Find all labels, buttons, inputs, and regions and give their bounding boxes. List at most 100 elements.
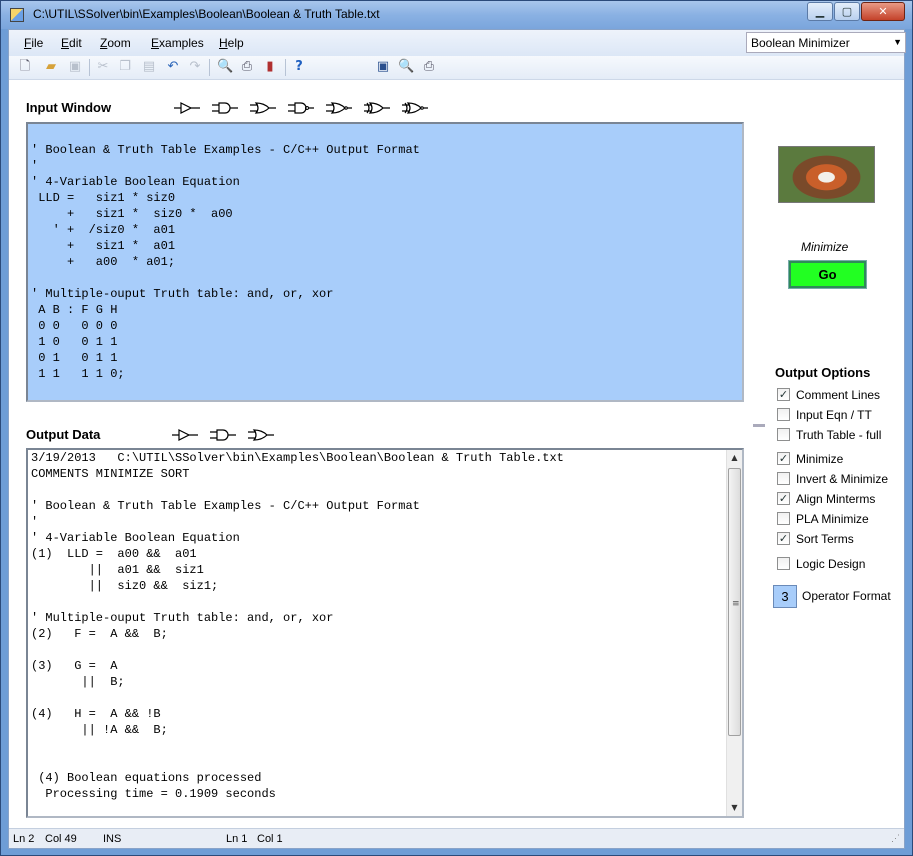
nand-gate-icon[interactable]	[288, 101, 314, 115]
option-label: Align Minterms	[796, 492, 876, 506]
and-gate-icon[interactable]	[210, 428, 236, 442]
scroll-up-icon[interactable]: ▲	[727, 450, 742, 466]
cut-icon[interactable]: ✂	[95, 59, 111, 75]
output-gate-toolbar	[172, 428, 282, 442]
option-label: Invert & Minimize	[796, 472, 889, 486]
red-panda-image	[778, 146, 875, 203]
input_window-line: + siz1 * a01	[31, 239, 176, 253]
output_data-line: Processing time = 0.1909 seconds	[31, 787, 276, 801]
book-icon[interactable]: ▮	[262, 59, 278, 75]
output-options-title: Output Options	[775, 365, 871, 380]
output_data-line: || a01 && siz1	[31, 563, 204, 577]
menu-help[interactable]: Help	[219, 36, 244, 50]
checkbox[interactable]	[777, 428, 790, 441]
menu-file[interactable]: File	[24, 36, 43, 50]
client-area: File Edit Zoom Examples Help Boolean Min…	[8, 29, 906, 849]
output_data-line: 3/19/2013 C:\UTIL\SSolver\bin\Examples\B…	[31, 451, 564, 465]
input_window-line: ' Multiple-ouput Truth table: and, or, x…	[31, 287, 334, 301]
output_data-line: (1) LLD = a00 && a01	[31, 547, 197, 561]
input_window-line: + siz1 * siz0 * a00	[31, 207, 233, 221]
checkbox[interactable]	[777, 408, 790, 421]
input_window-line: LLD = siz1 * siz0	[31, 191, 176, 205]
title-bar[interactable]: C:\UTIL\SSolver\bin\Examples\Boolean\Boo…	[1, 1, 912, 29]
copy-icon[interactable]: ❐	[117, 59, 133, 75]
and-gate-icon[interactable]	[212, 101, 238, 115]
status-ln2: Ln 1	[226, 833, 248, 845]
or-gate-icon[interactable]	[250, 101, 276, 115]
print-preview-icon[interactable]: 🔍	[217, 59, 233, 75]
mode-select-value: Boolean Minimizer	[751, 36, 850, 50]
scroll-thumb[interactable]: ≡	[728, 468, 741, 736]
output_data-line: || B;	[31, 675, 125, 689]
checkbox[interactable]: ✓	[777, 452, 790, 465]
print-icon[interactable]: ⎙	[239, 59, 255, 75]
output-scrollbar[interactable]: ▲ ≡ ▼	[726, 450, 742, 816]
menu-edit[interactable]: Edit	[61, 36, 82, 50]
option-label: Truth Table - full	[796, 428, 882, 442]
new-file-icon[interactable]: 🗋	[17, 59, 33, 75]
output_data-line	[31, 482, 564, 498]
output_data-line: (4) H = A && !B	[31, 707, 161, 721]
save-icon[interactable]: ▣	[67, 59, 83, 75]
input_window-line: 1 1 1 1 0;	[31, 367, 125, 381]
close-button[interactable]: ✕	[861, 2, 905, 21]
output_data-line	[31, 594, 564, 610]
or-gate-icon[interactable]	[248, 428, 274, 442]
input_window-line: ' Boolean & Truth Table Examples - C/C++…	[31, 143, 420, 157]
open-folder-icon[interactable]: ▰	[43, 59, 59, 75]
buffer-gate-icon[interactable]	[174, 101, 200, 115]
checkbox[interactable]	[777, 512, 790, 525]
redo-icon[interactable]: ↷	[187, 59, 203, 75]
mode-select[interactable]: Boolean Minimizer ▼	[746, 32, 906, 53]
go-button[interactable]: Go	[788, 260, 867, 289]
save-output-icon[interactable]: ▣	[375, 59, 391, 75]
output-text[interactable]: 3/19/2013 C:\UTIL\SSolver\bin\Examples\B…	[31, 450, 564, 802]
input-text[interactable]: ' Boolean & Truth Table Examples - C/C++…	[31, 126, 420, 382]
output_data-line: (3) G = A	[31, 659, 118, 673]
resize-grip-icon[interactable]: ⋰	[891, 833, 900, 844]
output_data-line: ' Multiple-ouput Truth table: and, or, x…	[31, 611, 334, 625]
chevron-down-icon: ▼	[893, 37, 902, 47]
buffer-gate-icon[interactable]	[172, 428, 198, 442]
option-label: Input Eqn / TT	[796, 408, 872, 422]
input-window-label: Input Window	[26, 100, 112, 115]
app-window: C:\UTIL\SSolver\bin\Examples\Boolean\Boo…	[0, 0, 913, 856]
menu-zoom[interactable]: Zoom	[100, 36, 131, 50]
xor-gate-icon[interactable]	[364, 101, 390, 115]
input_window-line: + a00 * a01;	[31, 255, 176, 269]
maximize-button[interactable]: ▢	[834, 2, 860, 21]
output_data-line: (4) Boolean equations processed	[31, 771, 262, 785]
output-editor[interactable]: 3/19/2013 C:\UTIL\SSolver\bin\Examples\B…	[26, 448, 744, 818]
input_window-line: ' 4-Variable Boolean Equation	[31, 175, 240, 189]
output_data-line: ' 4-Variable Boolean Equation	[31, 531, 240, 545]
input_window-line	[31, 270, 420, 286]
minimize-button[interactable]: ▁	[807, 2, 833, 21]
paste-icon[interactable]: ▤	[141, 59, 157, 75]
operator-format-label: Operator Format	[802, 589, 891, 603]
status-bar: Ln 2 Col 49 INS Ln 1 Col 1 ⋰	[9, 828, 904, 848]
undo-icon[interactable]: ↶	[165, 59, 181, 75]
output-print-preview-icon[interactable]: 🔍	[398, 59, 414, 75]
checkbox[interactable]	[777, 472, 790, 485]
menu-examples[interactable]: Examples	[151, 36, 204, 50]
nor-gate-icon[interactable]	[326, 101, 352, 115]
option-label: Comment Lines	[796, 388, 881, 402]
splitter-handle[interactable]	[753, 424, 765, 427]
toolbar-separator	[89, 59, 90, 76]
checkbox[interactable]: ✓	[777, 492, 790, 505]
output_data-line	[31, 738, 564, 754]
input-gate-toolbar	[174, 101, 434, 115]
checkbox[interactable]	[777, 557, 790, 570]
operator-format-box[interactable]: 3	[773, 585, 797, 608]
input_window-line: 1 0 0 1 1	[31, 335, 118, 349]
output_data-line: COMMENTS MINIMIZE SORT	[31, 467, 190, 481]
output-print-icon[interactable]: ⎙	[421, 59, 437, 75]
scroll-down-icon[interactable]: ▼	[727, 800, 742, 816]
checkbox[interactable]: ✓	[777, 388, 790, 401]
status-mode: INS	[103, 833, 122, 845]
toolbar-separator	[285, 59, 286, 76]
input-editor[interactable]: ' Boolean & Truth Table Examples - C/C++…	[26, 122, 744, 402]
help-icon[interactable]: ?	[291, 59, 307, 75]
xnor-gate-icon[interactable]	[402, 101, 428, 115]
checkbox[interactable]: ✓	[777, 532, 790, 545]
